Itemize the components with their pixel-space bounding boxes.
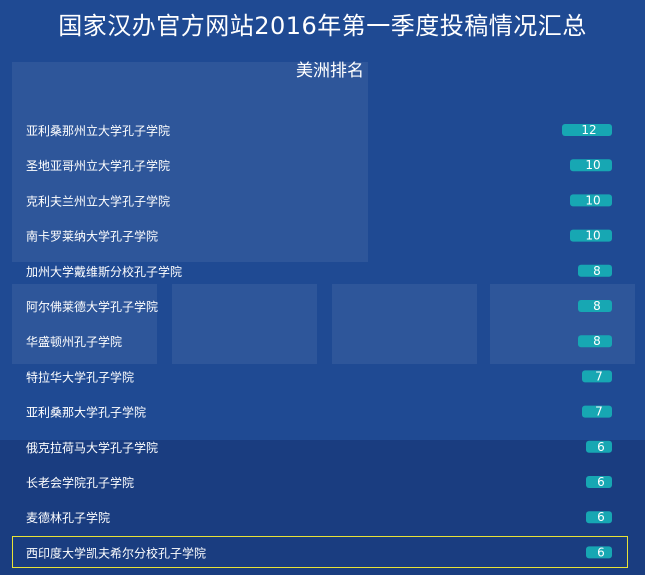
value-label: 6 (597, 440, 605, 454)
category-label: 阿尔佛莱德大学孔子学院 (26, 299, 158, 314)
value-label: 6 (597, 475, 605, 489)
value-label: 10 (585, 229, 600, 243)
value-label: 12 (581, 123, 596, 137)
category-label: 华盛顿州孔子学院 (26, 334, 122, 349)
category-label: 亚利桑那大学孔子学院 (26, 405, 146, 420)
category-label: 圣地亚哥州立大学孔子学院 (26, 158, 170, 173)
value-label: 8 (593, 264, 601, 278)
category-label: 俄克拉荷马大学孔子学院 (26, 440, 158, 455)
value-label: 10 (585, 158, 600, 172)
highlighted-row-frame (12, 536, 628, 568)
value-label: 10 (585, 193, 600, 207)
category-label: 特拉华大学孔子学院 (26, 369, 134, 384)
category-label: 南卡罗莱纳大学孔子学院 (26, 229, 158, 244)
value-label: 8 (593, 299, 601, 313)
bar-chart: 亚利桑那州立大学孔子学院 12 圣地亚哥州立大学孔子学院 10 克利夫兰州立大学孔子学院… (26, 123, 612, 560)
value-label: 6 (597, 510, 605, 524)
category-label: 亚利桑那州立大学孔子学院 (26, 123, 170, 138)
category-label: 长老会学院孔子学院 (26, 475, 134, 490)
category-label: 克利夫兰州立大学孔子学院 (26, 193, 170, 208)
value-label: 7 (595, 405, 603, 419)
value-label: 7 (595, 369, 603, 383)
category-label: 加州大学戴维斯分校孔子学院 (26, 264, 182, 279)
category-label: 麦德林孔子学院 (26, 510, 110, 525)
value-label: 8 (593, 334, 601, 348)
